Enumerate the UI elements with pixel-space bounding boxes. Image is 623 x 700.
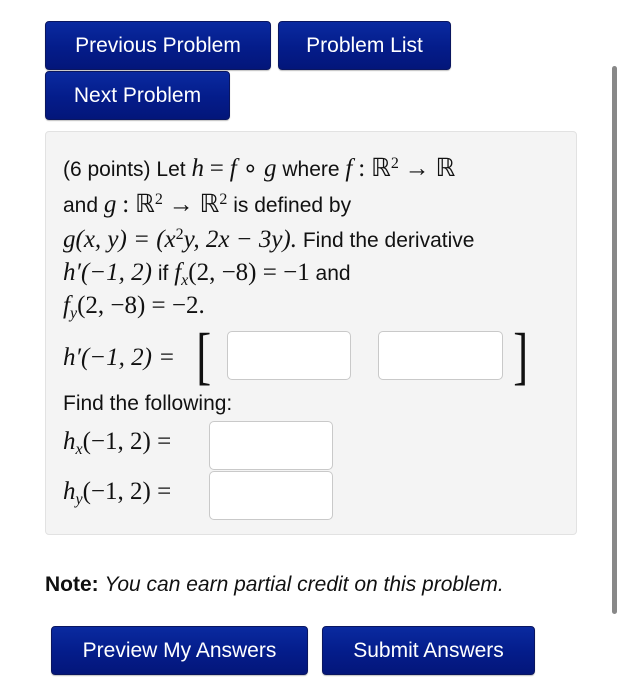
math-subscript: y [75,491,83,509]
math-g: g [264,155,277,182]
hy-label: hy(−1, 2) = [63,478,172,509]
math-compose: ∘ [242,155,259,182]
problem-statement-line-5: fy(2, −8) = −2. [63,292,205,323]
math-g-definition: g(x, y) = (x [63,226,176,253]
math-fx-value: (2, −8) = −1 [188,259,310,286]
math-h: h [63,428,76,455]
left-bracket: [ [196,320,212,391]
math-exponent: 2 [390,155,399,172]
right-bracket: ] [513,320,529,391]
math-hx-rest: (−1, 2) = [82,428,172,455]
problem-panel: (6 points) Let h = f ∘ g where f : ℝ2 → … [45,131,577,535]
math-h: h [63,478,76,505]
problem-statement-line-4: h′(−1, 2) if fx(2, −8) = −1 and [63,259,351,289]
hy-input[interactable] [209,471,333,520]
math-exponent: 2 [154,191,163,208]
find-following-label: Find the following: [63,392,233,415]
math-g-definition-rest: y, 2x − 3y). [183,226,297,253]
math-f: f [345,155,353,182]
problem-list-button[interactable]: Problem List [278,21,451,70]
math-f: f [63,292,70,319]
math-f: f [229,155,237,182]
math-h-prime: h′(−1, 2) [63,259,152,286]
math-colon: : [122,191,130,218]
text-defined-by: is defined by [233,194,352,217]
derivative-label: h′(−1, 2) = [63,344,175,373]
hx-label: hx(−1, 2) = [63,428,172,459]
text-and: and [315,262,351,285]
next-problem-button[interactable]: Next Problem [45,71,230,120]
math-subscript: y [69,305,78,323]
hx-input[interactable] [209,421,333,470]
problem-statement-line-2: and g : ℝ2 → ℝ2 is defined by [63,191,351,220]
math-reals: ℝ [199,191,220,218]
math-arrow: → [168,191,194,218]
derivative-input-1[interactable] [227,331,351,380]
math-exponent: 2 [175,226,184,243]
math-reals: ℝ [435,155,456,182]
text-find-derivative: Find the derivative [302,229,475,252]
math-subscript: x [75,441,83,459]
text-let: Let [156,158,186,181]
problem-statement-line-3: g(x, y) = (x2y, 2x − 3y). Find the deriv… [63,226,474,255]
math-reals: ℝ [371,155,391,182]
math-fy-value: (2, −8) = −2. [77,292,205,319]
points-label: (6 points) [63,158,151,181]
math-eq: = [209,155,224,182]
partial-credit-note: Note: You can earn partial credit on thi… [45,573,504,597]
math-exponent: 2 [219,191,228,208]
math-g: g [103,191,117,218]
text-if: if [157,262,169,285]
note-text: You can earn partial credit on this prob… [104,573,504,596]
math-reals: ℝ [135,191,155,218]
text-and: and [63,194,99,217]
note-label: Note: [45,573,99,596]
derivative-input-2[interactable] [378,331,503,380]
math-arrow: → [404,155,430,182]
math-colon: : [358,155,366,182]
preview-answers-button[interactable]: Preview My Answers [51,626,308,675]
math-h: h [191,155,204,182]
math-h-prime-eq: h′(−1, 2) = [63,344,176,371]
previous-problem-button[interactable]: Previous Problem [45,21,271,70]
math-hy-rest: (−1, 2) = [82,478,172,505]
text-where: where [282,158,340,181]
submit-answers-button[interactable]: Submit Answers [322,626,535,675]
vertical-scrollbar[interactable] [612,66,617,614]
problem-statement-line-1: (6 points) Let h = f ∘ g where f : ℝ2 → … [63,155,455,184]
